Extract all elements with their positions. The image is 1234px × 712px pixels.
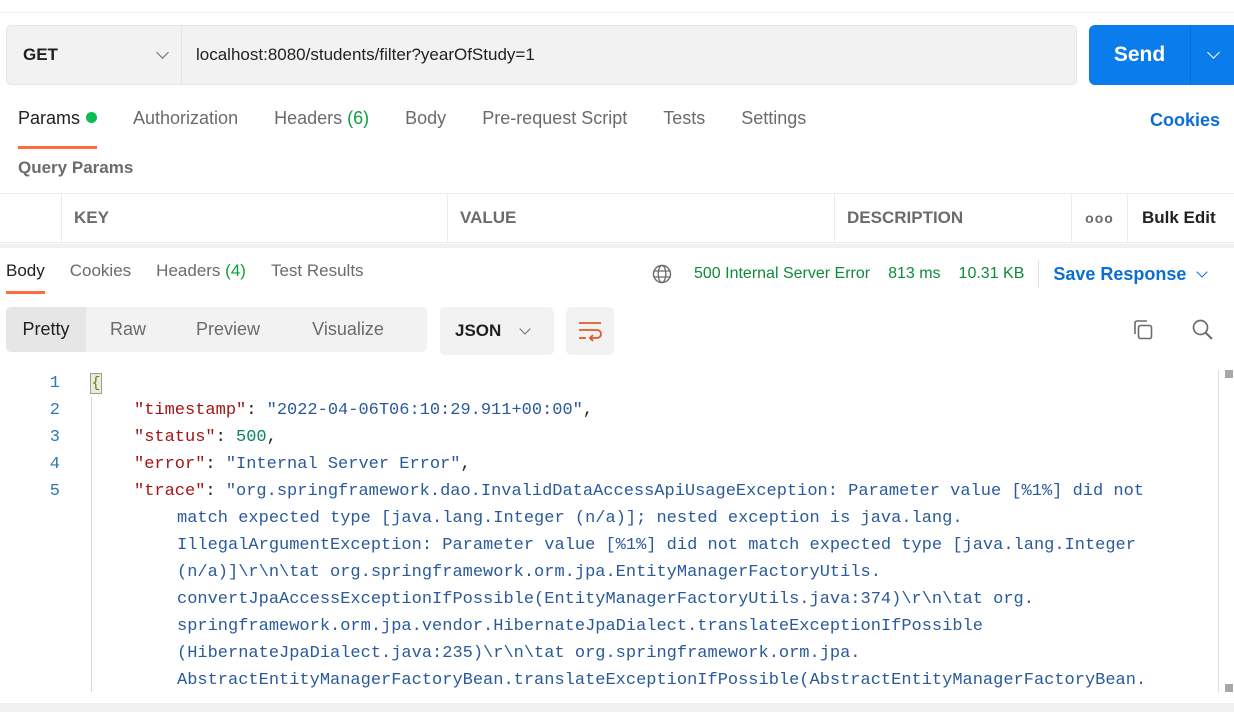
chevron-down-icon (1196, 265, 1209, 278)
send-options-button[interactable] (1191, 25, 1234, 85)
tab-label: Body (405, 108, 447, 128)
checkbox-column (0, 194, 62, 242)
json-number-value: 500 (236, 428, 267, 447)
copy-icon[interactable] (1131, 318, 1155, 342)
tab-authorization[interactable]: Authorization (133, 108, 238, 138)
view-mode-segmented-control: Pretty Raw Preview Visualize (6, 307, 427, 352)
pane-resize-handle[interactable] (0, 244, 1234, 248)
send-button-group: Send (1089, 25, 1234, 85)
json-string-value: "2022-04-06T06:10:29.911+00:00" (266, 401, 583, 420)
json-key: "status" (134, 428, 216, 447)
line-number: 1 (49, 374, 60, 393)
line-number: 4 (49, 455, 60, 474)
scrollbar-up-arrow[interactable] (1225, 370, 1233, 378)
tab-params[interactable]: Params (18, 108, 98, 149)
method-select[interactable]: GET (7, 26, 182, 84)
chevron-down-icon (156, 46, 169, 59)
tab-pre-request-script[interactable]: Pre-request Script (482, 108, 627, 138)
tab-label: Cookies (69, 261, 132, 280)
tab-label: Headers (274, 108, 343, 128)
response-headers-count-badge: (4) (225, 261, 246, 280)
json-key: "timestamp" (134, 401, 247, 420)
headers-count-badge: (6) (347, 108, 370, 128)
bottom-divider (0, 703, 1234, 712)
status-code[interactable]: 500 Internal Server Error (694, 265, 870, 283)
query-params-title: Query Params (18, 158, 134, 177)
wrapped-trace-line: AbstractEntityManagerFactoryBean.transla… (177, 671, 1147, 690)
url-input[interactable] (182, 26, 1076, 84)
divider (1038, 260, 1040, 288)
chevron-down-icon (519, 322, 531, 335)
wrapped-trace-line: convertJpaAccessExceptionIfPossible(Enti… (177, 590, 1034, 609)
chevron-down-icon (1207, 46, 1220, 59)
tab-label: Body (6, 261, 45, 280)
tab-response-headers[interactable]: Headers (4) (156, 261, 246, 281)
json-string-value: "Internal Server Error" (225, 455, 461, 474)
wrapped-trace-line: (HibernateJpaDialect.java:235)\r\n\tat o… (177, 644, 861, 663)
mode-visualize[interactable]: Visualize (286, 307, 410, 352)
mode-raw[interactable]: Raw (86, 307, 170, 352)
params-table-header: KEY VALUE DESCRIPTION ooo Bulk Edit (0, 193, 1234, 243)
line-number: 5 (49, 482, 60, 501)
wrapped-trace-line: springframework.orm.jpa.vendor.Hibernate… (177, 617, 983, 636)
tab-body[interactable]: Body (405, 108, 446, 138)
language-label: JSON (455, 321, 502, 340)
indent-guide (91, 397, 92, 692)
line-number: 3 (49, 428, 60, 447)
tab-label: Pre-request Script (482, 108, 628, 128)
save-response-label: Save Response (1053, 263, 1187, 284)
open-brace-fold-marker[interactable]: { (90, 373, 102, 394)
tab-headers[interactable]: Headers (6) (274, 108, 369, 138)
globe-icon[interactable] (652, 264, 672, 284)
cookies-link[interactable]: Cookies (1150, 110, 1220, 131)
language-select[interactable]: JSON (440, 307, 554, 355)
tab-tests[interactable]: Tests (663, 108, 705, 138)
tab-label: Headers (156, 261, 221, 280)
send-button[interactable]: Send (1089, 25, 1191, 85)
scrollbar-down-arrow[interactable] (1225, 684, 1233, 692)
tab-label: Authorization (133, 108, 239, 128)
tab-label: Test Results (270, 261, 364, 280)
tab-response-body[interactable]: Body (6, 261, 45, 294)
column-description: DESCRIPTION (835, 194, 1072, 242)
tab-label: Params (18, 108, 81, 128)
wrapped-trace-line: (n/a)]\r\n\tat org.springframework.orm.j… (177, 563, 881, 582)
response-size[interactable]: 10.31 KB (959, 265, 1025, 283)
tab-label: Tests (663, 108, 706, 128)
response-time[interactable]: 813 ms (888, 265, 940, 283)
json-key: "trace" (134, 482, 206, 501)
search-icon[interactable] (1191, 318, 1215, 342)
method-label: GET (23, 45, 58, 64)
wrap-lines-button[interactable] (566, 307, 614, 355)
code-line-timestamp: "timestamp": "2022-04-06T06:10:29.911+00… (134, 401, 594, 420)
code-line-trace: "trace": "org.springframework.dao.Invali… (134, 482, 1144, 501)
vertical-scrollbar[interactable] (1218, 370, 1234, 692)
request-bar: GET (6, 25, 1077, 85)
save-response-button[interactable]: Save Response (1053, 263, 1209, 285)
code-line-status: "status": 500, (134, 428, 277, 447)
tab-label: Settings (741, 108, 807, 128)
code-line-error: "error": "Internal Server Error", (134, 455, 471, 474)
json-string-value: "org.springframework.dao.InvalidDataAcce… (225, 482, 1144, 501)
line-number: 2 (49, 401, 60, 420)
response-tabs: Body Cookies Headers (4) Test Results (6, 261, 389, 294)
tab-response-cookies[interactable]: Cookies (70, 261, 131, 281)
column-value: VALUE (448, 194, 835, 242)
wrapped-trace-line: match expected type [java.lang.Integer (… (177, 509, 963, 528)
mode-pretty[interactable]: Pretty (6, 307, 86, 352)
wrapped-trace-line: IllegalArgumentException: Parameter valu… (177, 536, 1136, 555)
top-divider (0, 12, 1234, 13)
json-key: "error" (134, 455, 206, 474)
request-tabs: Params Authorization Headers (6) Body Pr… (18, 108, 842, 149)
params-active-dot-icon (86, 112, 98, 123)
tab-test-results[interactable]: Test Results (271, 261, 364, 281)
tab-settings[interactable]: Settings (741, 108, 806, 138)
response-status-bar: 500 Internal Server Error 813 ms 10.31 K… (652, 260, 1209, 288)
bulk-edit-button[interactable]: Bulk Edit (1128, 194, 1234, 242)
more-options-icon[interactable]: ooo (1072, 194, 1128, 242)
column-key: KEY (62, 194, 448, 242)
response-body-viewer[interactable]: 1 2 3 4 5 { "timestamp": "2022-04-06T06:… (0, 370, 1220, 692)
mode-preview[interactable]: Preview (170, 307, 286, 352)
wrap-lines-icon (579, 322, 602, 342)
